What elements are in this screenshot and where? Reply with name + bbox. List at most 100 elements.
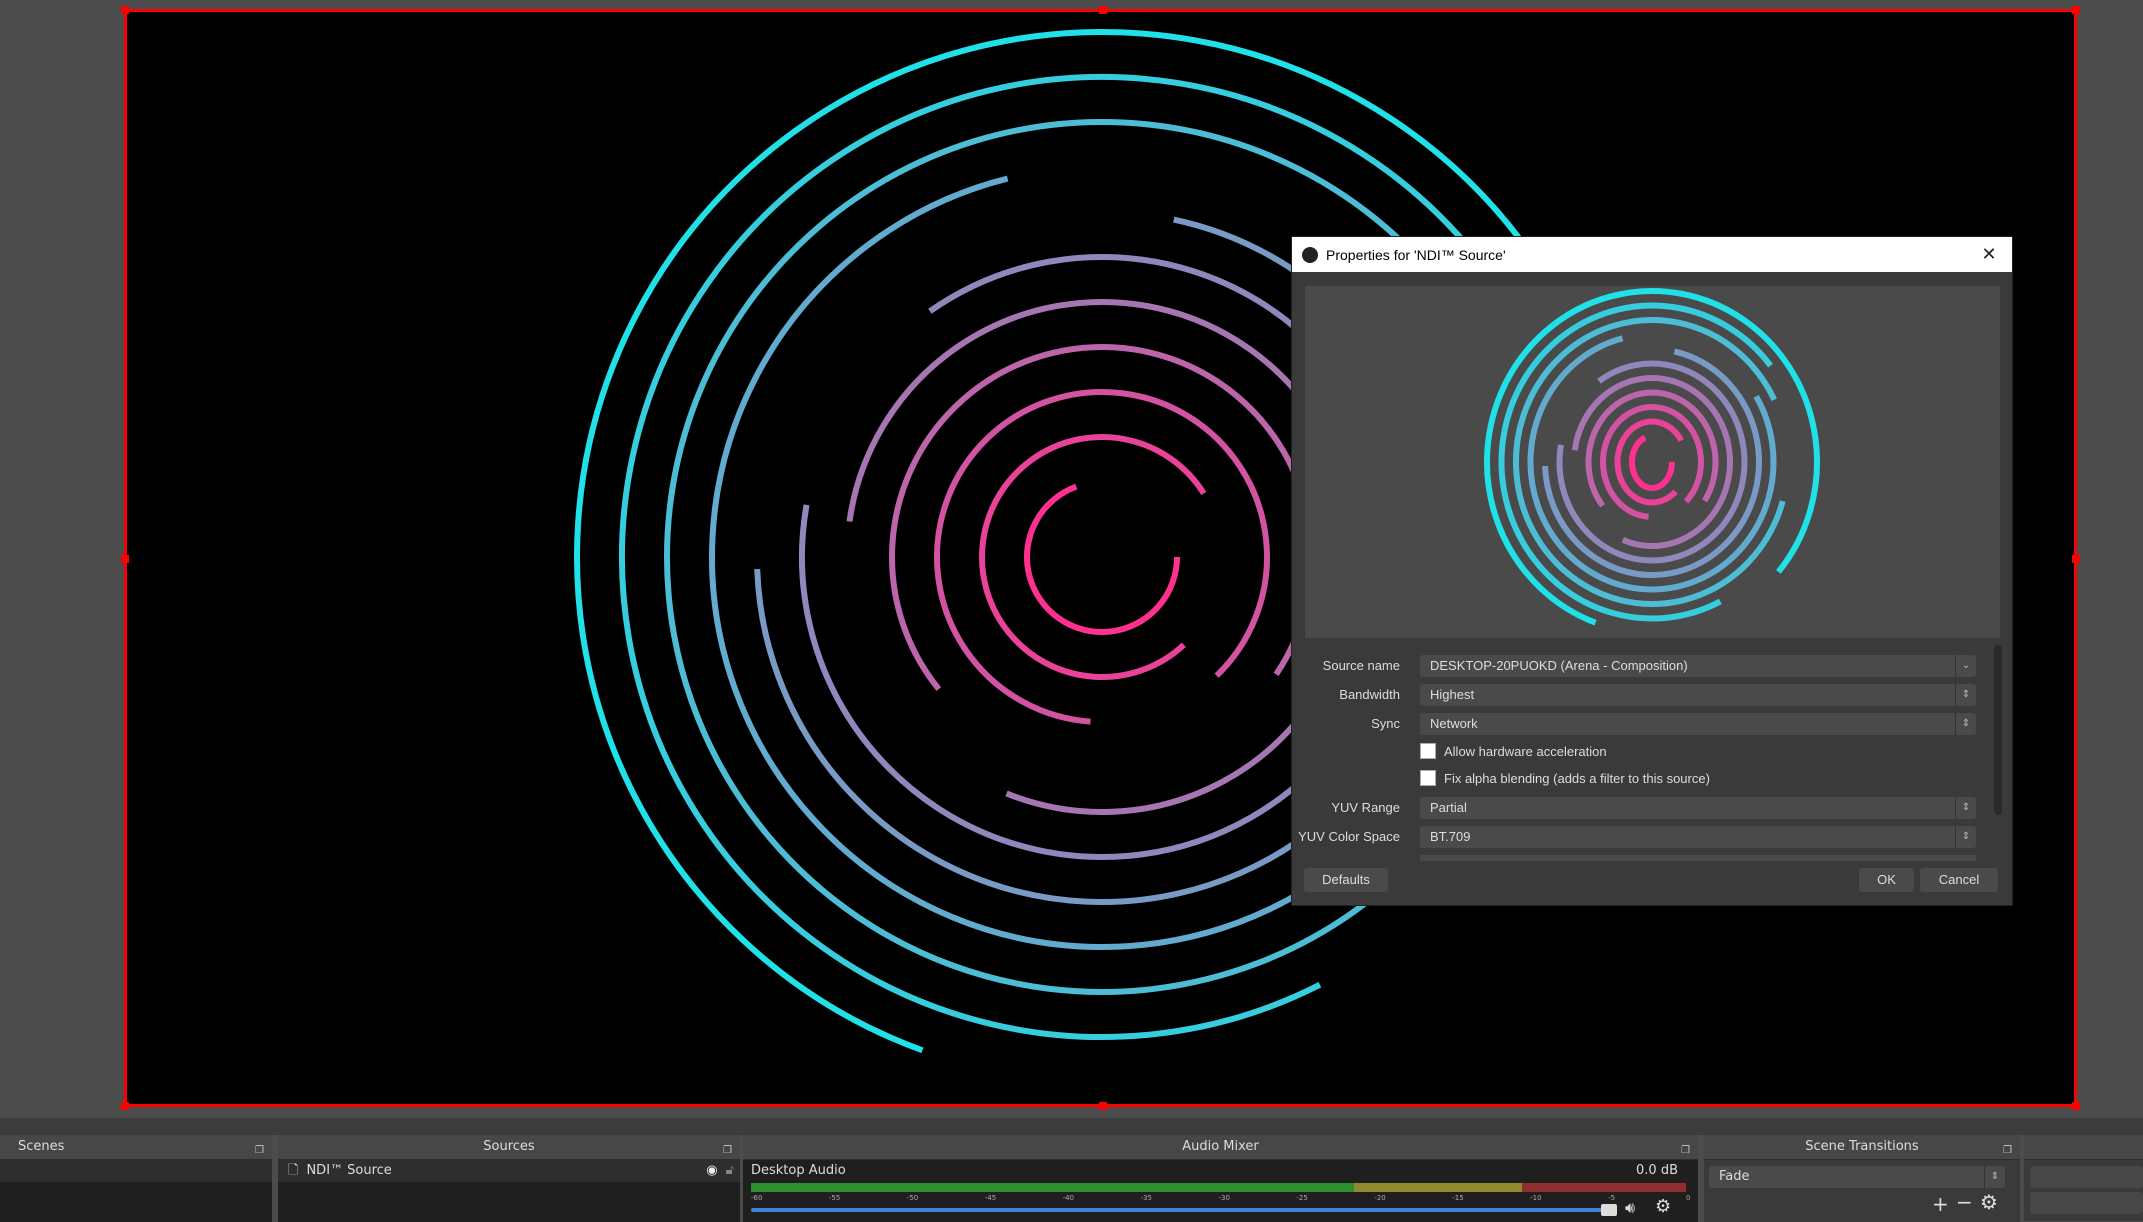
add-icon[interactable]: + — [1932, 1192, 1949, 1216]
file-icon: 🗋 — [288, 1163, 299, 1178]
dialog-titlebar[interactable]: Properties for 'NDI™ Source' ✕ — [1292, 237, 2012, 272]
scale-tick: -50 — [906, 1194, 919, 1202]
gear-icon[interactable]: ⚙ — [1980, 1190, 1998, 1214]
checkbox-label: Allow hardware acceleration — [1444, 743, 1607, 759]
scenes-header: Scenes ❐ — [0, 1135, 272, 1160]
transition-select[interactable]: Fade ⇕ — [1709, 1166, 2005, 1188]
scale-tick: -15 — [1452, 1194, 1464, 1202]
field-label: YUV Range — [1331, 800, 1400, 815]
cancel-button[interactable]: Cancel — [1920, 868, 1998, 892]
dock-title: Sources — [483, 1139, 535, 1154]
field-value: BT.709 — [1430, 829, 1471, 844]
source-item[interactable]: 🗋 NDI™ Source ◉ 🔓︎ — [278, 1160, 740, 1182]
resize-handle-ml[interactable] — [121, 555, 129, 563]
audio-mixer-dock: Audio Mixer ❐ Desktop Audio 0.0 dB -60 -55… — [743, 1135, 1698, 1222]
bandwidth-select[interactable]: Highest ⇕ — [1420, 684, 1976, 706]
dialog-title: Properties for 'NDI™ Source' — [1326, 246, 1506, 263]
resize-handle-mr[interactable] — [2072, 555, 2080, 563]
form-scrollbar[interactable] — [1994, 645, 2002, 815]
meter-green — [751, 1183, 1355, 1192]
field-value: DESKTOP-20PUOKD (Arena - Composition) — [1430, 658, 1688, 673]
close-icon[interactable]: ✕ — [1966, 244, 2012, 265]
scene-transitions-dock: Scene Transitions ❐ Fade ⇕ + − ⚙ — [1704, 1135, 2020, 1222]
arc-ring — [1024, 483, 1180, 635]
scenes-dock: Scenes ❐ — [0, 1135, 272, 1222]
eye-icon[interactable]: ◉ — [706, 1160, 717, 1182]
resize-handle-tr[interactable] — [2072, 6, 2080, 14]
dock-title: Scene Transitions — [1805, 1139, 1919, 1154]
scale-tick: -40 — [1062, 1194, 1075, 1202]
resize-handle-br[interactable] — [2072, 1102, 2080, 1110]
fix-alpha-checkbox[interactable]: Fix alpha blending (adds a filter to thi… — [1420, 770, 1710, 786]
volume-meter — [751, 1183, 1686, 1192]
scenes-list[interactable] — [0, 1160, 272, 1222]
dock-title: Audio Mixer — [1182, 1139, 1259, 1154]
arc-ring — [1542, 348, 1762, 578]
field-yuv-range: YUV Range Partial ⇕ — [1292, 797, 1992, 819]
field-source-name: Source name DESKTOP-20PUOKD (Arena - Com… — [1292, 655, 1992, 677]
resize-handle-bc[interactable] — [1099, 1102, 1107, 1110]
scale-tick: -60 — [751, 1194, 763, 1202]
scale-tick: -5 — [1608, 1194, 1616, 1202]
control-button[interactable] — [2030, 1166, 2143, 1188]
chevron-down-icon: ⌄ — [1955, 655, 1976, 677]
checkbox-box[interactable] — [1420, 743, 1436, 759]
checkbox-box[interactable] — [1420, 770, 1436, 786]
checkbox-label: Fix alpha blending (adds a filter to thi… — [1444, 770, 1710, 786]
control-button[interactable] — [2030, 1192, 2143, 1214]
field-yuv-color-space: YUV Color Space BT.709 ⇕ — [1292, 826, 1992, 848]
clipped-field — [1420, 855, 1976, 861]
transition-value: Fade — [1719, 1169, 1750, 1184]
scene-transitions-header: Scene Transitions ❐ — [1704, 1135, 2020, 1160]
sources-header: Sources ❐ — [278, 1135, 740, 1160]
arc-ring — [1629, 434, 1675, 491]
gear-icon[interactable]: ⚙ — [1655, 1196, 1671, 1217]
updown-icon: ⇕ — [1955, 826, 1976, 848]
source-name-dropdown[interactable]: DESKTOP-20PUOKD (Arena - Composition) ⌄ — [1420, 655, 1976, 677]
arc-ring — [934, 389, 1270, 725]
yuv-color-space-select[interactable]: BT.709 ⇕ — [1420, 826, 1976, 848]
hw-accel-checkbox[interactable]: Allow hardware acceleration — [1420, 743, 1607, 759]
audio-mixer-header: Audio Mixer ❐ — [743, 1135, 1698, 1160]
arc-ring — [846, 299, 1360, 815]
updown-icon: ⇕ — [1955, 797, 1976, 819]
lock-icon[interactable]: 🔓︎ — [726, 1160, 734, 1182]
resize-handle-tc[interactable] — [1099, 6, 1107, 14]
speaker-icon[interactable]: 🔊︎ — [1625, 1198, 1635, 1218]
field-bandwidth: Bandwidth Highest ⇕ — [1292, 684, 1992, 706]
scale-tick: -30 — [1218, 1194, 1230, 1202]
updown-icon: ⇕ — [1955, 713, 1976, 735]
source-preview-visual — [1484, 288, 1820, 626]
scale-tick: 0 — [1686, 1194, 1691, 1202]
scene-row[interactable] — [0, 1160, 272, 1182]
scale-tick: -10 — [1530, 1194, 1542, 1202]
volume-slider-handle[interactable] — [1601, 1204, 1617, 1216]
meter-yellow — [1354, 1183, 1523, 1192]
field-value: Highest — [1430, 687, 1475, 702]
field-label: YUV Color Space — [1298, 829, 1400, 844]
field-sync: Sync Network ⇕ — [1292, 713, 1992, 735]
yuv-range-select[interactable]: Partial ⇕ — [1420, 797, 1976, 819]
remove-icon[interactable]: − — [1956, 1190, 1973, 1214]
meter-red — [1522, 1183, 1686, 1192]
updown-icon: ⇕ — [1955, 684, 1976, 706]
source-name: NDI™ Source — [306, 1163, 392, 1178]
mixer-channel: Desktop Audio 0.0 dB -60 -55 -50 -45 -40 -35-… — [743, 1160, 1698, 1222]
obs-logo-icon — [1302, 246, 1318, 263]
scale-tick: -45 — [984, 1194, 997, 1202]
sources-dock: Sources ❐ 🗋 NDI™ Source ◉ 🔓︎ — [278, 1135, 740, 1222]
sources-list[interactable]: 🗋 NDI™ Source ◉ 🔓︎ — [278, 1160, 740, 1222]
properties-dialog: Properties for 'NDI™ Source' ✕ Source na… — [1292, 237, 2012, 905]
defaults-button[interactable]: Defaults — [1304, 868, 1388, 892]
resize-handle-tl[interactable] — [121, 6, 129, 14]
dock-separator — [0, 1118, 2143, 1135]
sync-select[interactable]: Network ⇕ — [1420, 713, 1976, 735]
field-label: Bandwidth — [1339, 687, 1400, 702]
scale-tick: -20 — [1374, 1194, 1386, 1202]
volume-slider[interactable] — [751, 1208, 1611, 1212]
updown-icon: ⇕ — [1984, 1166, 2005, 1188]
source-preview — [1305, 286, 2000, 638]
resize-handle-bl[interactable] — [121, 1102, 129, 1110]
controls-dock — [2024, 1135, 2143, 1221]
ok-button[interactable]: OK — [1859, 868, 1914, 892]
